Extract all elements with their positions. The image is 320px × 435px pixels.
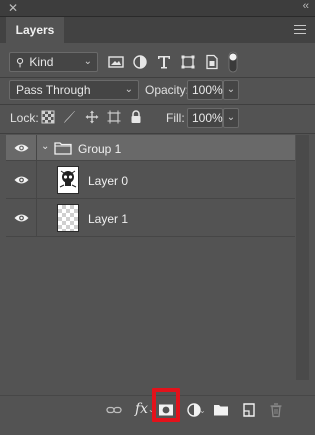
layers-list: ⌄ Group 1 Layer 0 Layer 1 [6, 135, 295, 380]
visibility-toggle[interactable] [6, 161, 37, 198]
fill-label: Fill: [166, 111, 185, 125]
smart-object-filter-icon[interactable] [204, 54, 220, 70]
layer-name: Layer 1 [88, 212, 129, 226]
opacity-input[interactable]: 100% [187, 80, 223, 100]
delete-layer-icon[interactable] [268, 402, 284, 418]
new-layer-icon[interactable] [241, 402, 257, 418]
fill-slider-button[interactable]: ⌄ [223, 108, 239, 128]
layer-style-fx-icon[interactable]: fx [135, 401, 148, 417]
layer-thumbnail-transparent [57, 204, 79, 232]
close-icon[interactable]: ✕ [8, 1, 18, 15]
lock-position-icon[interactable] [85, 110, 99, 124]
eye-icon [14, 176, 29, 183]
blend-mode-value: Pass Through [16, 83, 91, 97]
layer-row-group-1[interactable]: ⌄ Group 1 [6, 135, 295, 161]
layer-name: Layer 0 [88, 174, 129, 188]
panel-menu-icon[interactable] [294, 25, 306, 34]
pixel-layer-filter-icon[interactable] [108, 54, 124, 70]
fill-input[interactable]: 100% [187, 108, 223, 128]
panel-tabbar: Layers [0, 17, 315, 43]
add-layer-mask-highlight [152, 388, 180, 422]
filter-kind-dropdown[interactable]: ⚲ Kind ⌄ [9, 52, 98, 72]
type-layer-filter-icon[interactable] [156, 54, 172, 70]
layer-row-layer-0[interactable]: Layer 0 [6, 161, 295, 199]
visibility-toggle[interactable] [6, 135, 37, 160]
adjustment-layer-filter-icon[interactable] [132, 54, 148, 70]
opacity-slider-button[interactable]: ⌄ [223, 80, 239, 100]
group-expand-chevron-icon[interactable]: ⌄ [41, 141, 49, 152]
filter-toggle-icon[interactable] [228, 51, 238, 73]
layers-panel: ✕ ‹‹ Layers ⚲ Kind ⌄ Pass Through ⌄ Opac… [0, 0, 315, 435]
lock-transparent-pixels-icon[interactable] [41, 110, 55, 124]
eye-icon [14, 144, 29, 151]
chevron-down-icon: ⌄ [83, 56, 92, 67]
collapse-icon[interactable]: ‹‹ [303, 0, 309, 12]
lock-all-icon[interactable] [129, 110, 143, 124]
tab-layers[interactable]: Layers [6, 17, 64, 43]
lock-image-pixels-icon[interactable] [63, 110, 77, 124]
eye-icon [14, 214, 29, 221]
search-icon: ⚲ [16, 57, 25, 69]
layer-thumbnail [57, 166, 79, 194]
layer-row-layer-1[interactable]: Layer 1 [6, 199, 295, 237]
prevent-autonest-icon[interactable] [107, 110, 121, 124]
filter-kind-label: Kind [29, 55, 54, 69]
folder-icon [54, 142, 72, 155]
skull-artwork-icon [59, 170, 77, 188]
link-layers-icon[interactable] [106, 402, 122, 418]
adjustment-chevron-icon: ⌄ [199, 406, 206, 415]
layers-scrollbar[interactable] [296, 135, 309, 380]
shape-layer-filter-icon[interactable] [180, 54, 196, 70]
blend-mode-dropdown[interactable]: Pass Through ⌄ [9, 80, 139, 100]
visibility-toggle[interactable] [6, 199, 37, 236]
chevron-down-icon: ⌄ [124, 84, 133, 95]
lock-label: Lock: [10, 111, 39, 125]
layer-name: Group 1 [78, 142, 122, 156]
panel-footer [0, 425, 315, 435]
opacity-label: Opacity: [145, 83, 190, 97]
new-group-icon[interactable] [213, 402, 229, 418]
panel-titlebar: ✕ ‹‹ [0, 0, 315, 17]
